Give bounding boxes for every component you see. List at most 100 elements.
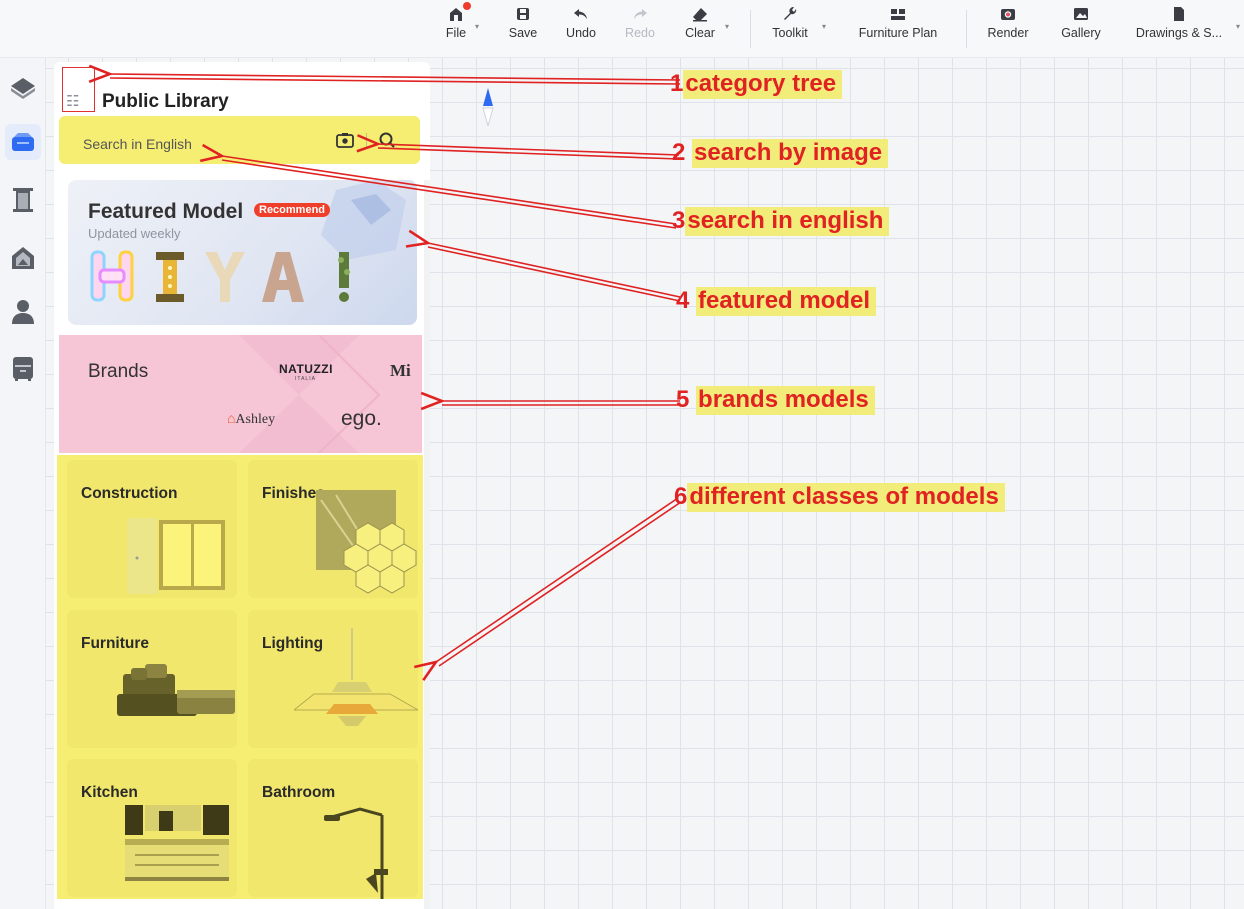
arrow-featured (428, 243, 681, 298)
annotation-5: 5 brands models (676, 386, 875, 415)
brand-logo-ashley-text: Ashley (235, 412, 276, 427)
category-label: Kitchen (81, 784, 138, 801)
rail-item-cabinet[interactable] (5, 350, 41, 386)
annotation-text: search in english (685, 207, 890, 236)
letter-i-model (156, 252, 184, 302)
person-icon (12, 300, 34, 324)
undo-button[interactable]: Undo (561, 6, 601, 52)
search-placeholder: Search in English (83, 136, 192, 152)
annotation-number: 6 (674, 483, 688, 510)
category-lighting[interactable]: Lighting (248, 610, 418, 748)
featured-title: Featured Model (88, 200, 244, 223)
rail-item-build[interactable] (5, 70, 41, 106)
featured-subtitle: Updated weekly (88, 226, 181, 241)
gallery-button[interactable]: Gallery (1053, 6, 1109, 52)
brands-card[interactable]: Brands NATUZZI ITALIA Mi ⌂Ashley ego. (59, 335, 422, 453)
top-toolbar: File ▾ Save Undo Redo Clear ▾ Toolkit ▾ … (0, 0, 1244, 58)
search-by-image-icon[interactable] (336, 132, 354, 148)
exclamation-model (338, 252, 350, 302)
save-button[interactable]: Save (506, 6, 540, 52)
sofa-model-icon (117, 664, 235, 716)
brand-logo-natuzzi[interactable]: NATUZZI (279, 362, 333, 376)
rail-item-house[interactable] (5, 240, 41, 276)
render-button[interactable]: Render (983, 6, 1033, 52)
drawings-button[interactable]: Drawings & S... (1124, 6, 1234, 52)
window-model-icon (127, 518, 225, 594)
brands-title: Brands (88, 361, 149, 382)
brand-logo-natuzzi-sub: ITALIA (295, 376, 316, 382)
annotation-text: different classes of models (687, 483, 1005, 512)
chevron-down-icon[interactable]: ▾ (725, 22, 729, 31)
category-furniture[interactable]: Furniture (67, 610, 237, 748)
chevron-down-icon[interactable]: ▾ (822, 22, 826, 31)
annotation-text: category tree (683, 70, 843, 99)
notification-dot (463, 2, 471, 10)
category-finishes[interactable]: Finishes (248, 460, 418, 598)
annotation-number: 3 (672, 207, 686, 234)
redo-label: Redo (625, 26, 655, 40)
search-divider (366, 133, 367, 149)
house-outline-icon (12, 247, 34, 269)
undo-label: Undo (566, 26, 596, 40)
furniture-plan-label: Furniture Plan (858, 26, 938, 40)
shower-model-icon (324, 807, 388, 899)
floppy-save-icon (517, 8, 529, 20)
category-kitchen[interactable]: Kitchen (67, 759, 237, 897)
brand-logo-ego[interactable]: ego. (341, 407, 382, 431)
category-bathroom[interactable]: Bathroom (248, 759, 418, 899)
letter-y-model (205, 252, 245, 302)
file-label: File (445, 26, 467, 40)
redo-button[interactable]: Redo (620, 6, 660, 52)
annotation-number: 2 (672, 139, 686, 166)
door-icon (13, 188, 33, 212)
compass-icon[interactable] (481, 88, 495, 126)
brand-logo-mi[interactable]: Mi (390, 361, 411, 381)
annotation-number: 5 (676, 386, 690, 413)
toolbar-divider (966, 10, 967, 48)
annotation-number: 4 (676, 287, 690, 314)
panel-title: Public Library (102, 91, 229, 112)
rail-item-library[interactable] (5, 124, 41, 160)
gallery-label: Gallery (1061, 26, 1101, 40)
eraser-icon (693, 8, 707, 22)
house-file-icon (450, 8, 462, 21)
left-rail (0, 58, 46, 909)
featured-model-card[interactable]: Featured Model Recommend Updated weekly (68, 180, 417, 325)
categories-section: Construction Finishes Furniture Lighting… (57, 455, 423, 899)
image-icon (1074, 8, 1088, 20)
redo-arrow-icon (634, 9, 647, 19)
tile-pattern-icon (316, 490, 417, 594)
cabinet-icon (13, 357, 33, 381)
brand-logo-ashley[interactable]: ⌂Ashley (227, 412, 275, 428)
document-icon (1174, 7, 1184, 21)
annotation-6: 6different classes of models (674, 483, 1005, 512)
category-tree-highlight (62, 67, 95, 112)
library-box-icon (12, 133, 34, 151)
annotation-2: 2 search by image (672, 139, 889, 168)
chevron-down-icon[interactable]: ▾ (1236, 22, 1240, 31)
brands-pattern (239, 335, 381, 453)
category-construction[interactable]: Construction (67, 460, 237, 598)
pendant-lamp-icon (294, 628, 418, 726)
panel-scrollbar[interactable] (424, 180, 430, 909)
toolkit-label: Toolkit (772, 26, 808, 40)
chevron-down-icon[interactable]: ▾ (475, 22, 479, 31)
category-label: Furniture (81, 635, 150, 652)
search-icon[interactable] (378, 131, 396, 149)
plan-grid-icon (891, 9, 905, 20)
annotation-number: 1 (670, 70, 684, 97)
rail-item-doors[interactable] (5, 182, 41, 218)
toolkit-button[interactable]: Toolkit (765, 6, 815, 52)
wrench-icon (784, 6, 797, 20)
letter-a-model (262, 252, 304, 302)
annotation-1: 1category tree (670, 70, 843, 99)
annotation-text: brands models (696, 386, 875, 415)
search-input[interactable]: Search in English (59, 116, 420, 164)
rail-item-account[interactable] (5, 294, 41, 330)
clear-label: Clear (685, 26, 715, 40)
undo-arrow-icon (574, 9, 587, 19)
file-button[interactable]: File (440, 6, 472, 52)
furniture-plan-button[interactable]: Furniture Plan (848, 6, 948, 52)
clear-button[interactable]: Clear (680, 6, 720, 52)
recommend-badge: Recommend (254, 203, 331, 217)
